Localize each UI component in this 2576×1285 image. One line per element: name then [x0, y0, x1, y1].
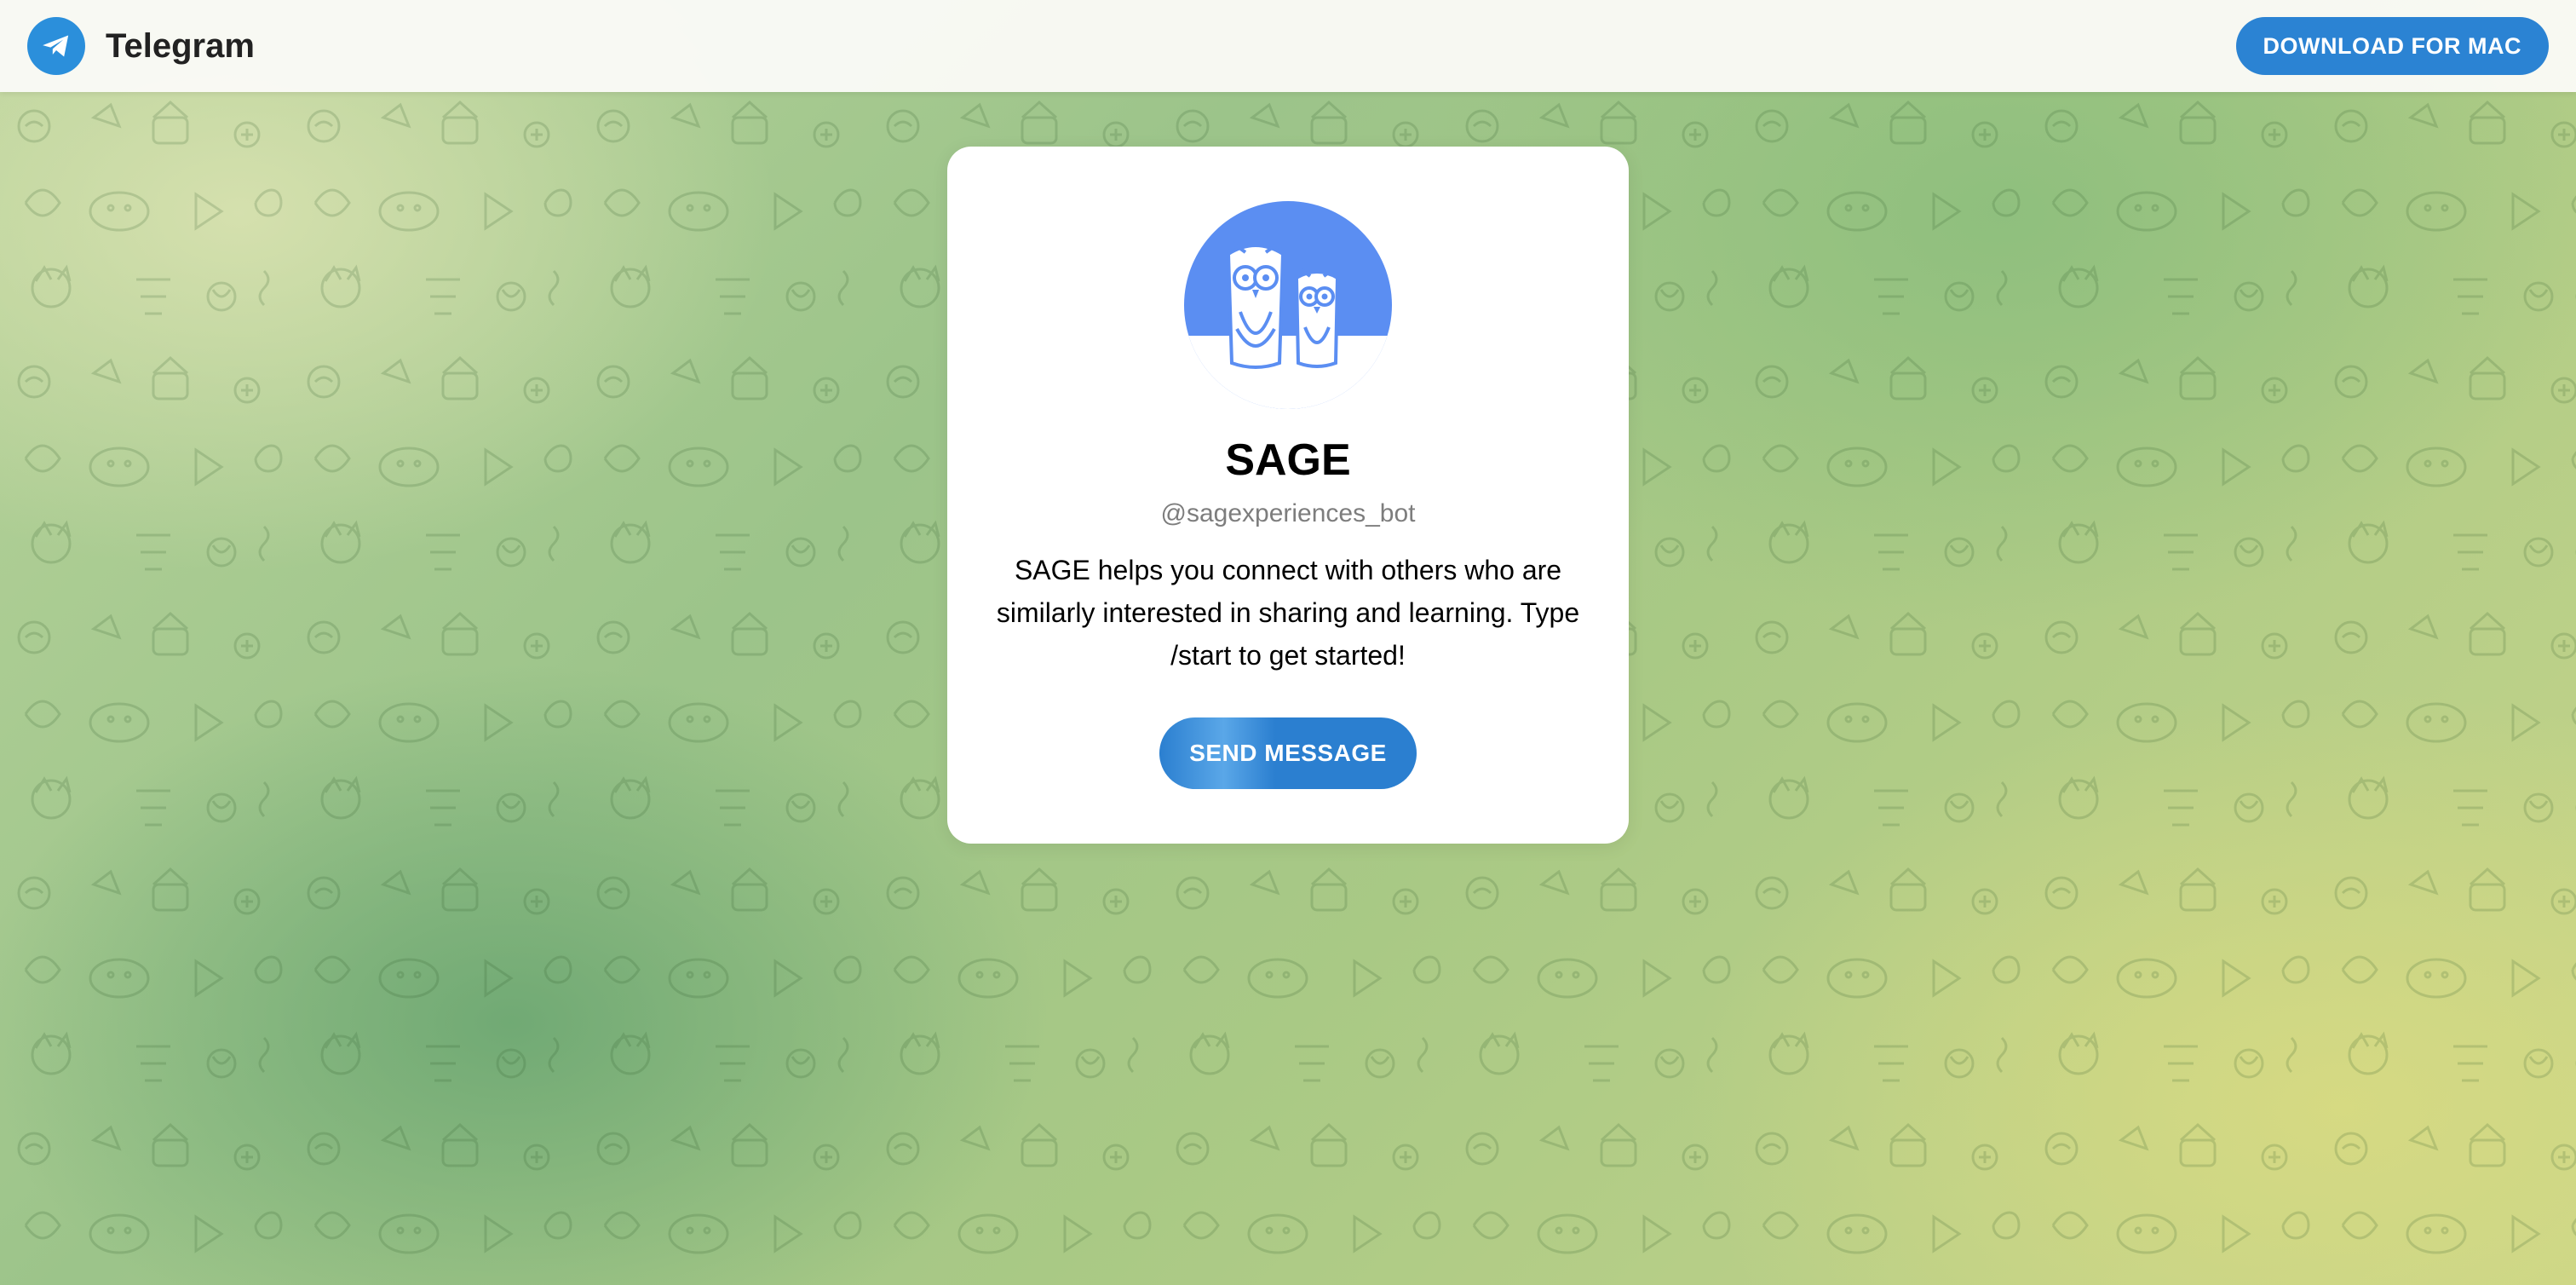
bot-description: SAGE helps you connect with others who a… [996, 555, 1580, 671]
download-for-mac-button[interactable]: DOWNLOAD FOR MAC [2235, 17, 2549, 75]
telegram-home-link[interactable]: Telegram [27, 17, 255, 75]
bot-username: @sagexperiences_bot [1160, 499, 1416, 527]
top-bar: Telegram DOWNLOAD FOR MAC [0, 0, 2576, 92]
bot-avatar [1184, 201, 1392, 409]
bot-title: SAGE [1225, 435, 1351, 485]
bot-profile-card: SAGE @sagexperiences_bot SAGE helps you … [947, 147, 1629, 844]
send-message-button[interactable]: SEND MESSAGE [1159, 717, 1417, 789]
telegram-plane-icon [27, 17, 85, 75]
brand-name: Telegram [106, 26, 255, 65]
owls-icon [1184, 201, 1392, 409]
